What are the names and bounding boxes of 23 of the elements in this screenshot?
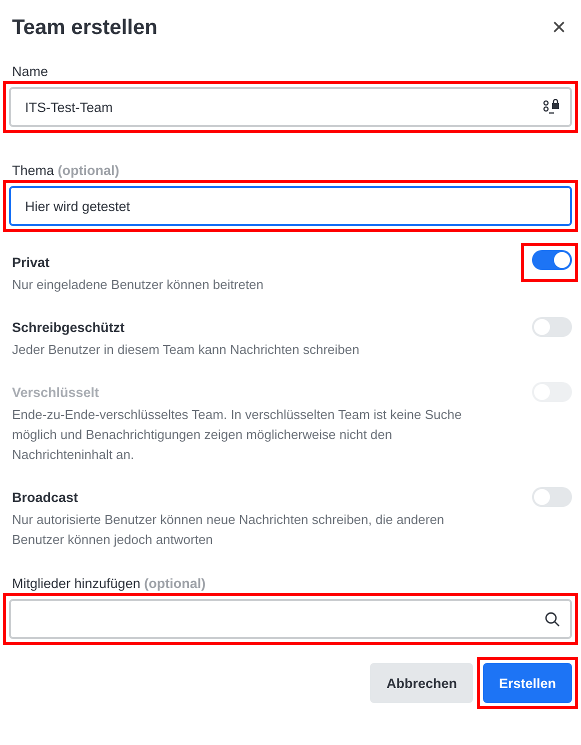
option-description: Nur autorisierte Benutzer können neue Nachrichten schreiben, die anderen Benutzer können jedoch antworten — [12, 511, 446, 549]
toggle-switch[interactable] — [532, 487, 572, 507]
option-description: Jeder Benutzer in diesem Team kann Nachrichten schreiben — [12, 341, 360, 359]
option-title: Privat — [12, 254, 50, 270]
cancel-button[interactable]: Abbrechen — [370, 663, 473, 703]
option-description: Ende-zu-Ende-verschlüsseltes Team. In verschlüsselten Team ist keine Suche möglich und Benachrichtigungen zeigen möglicherweise nicht den Nachrichteninhalt an. — [12, 406, 463, 464]
text-field[interactable]: ITS-Test-Team — [9, 87, 572, 127]
option-title: Broadcast — [12, 490, 78, 504]
field-label: Name — [12, 64, 50, 79]
create-button[interactable]: Erstellen — [482, 663, 572, 703]
close-button[interactable]: × — [546, 16, 572, 40]
toggle-switch[interactable] — [532, 250, 572, 270]
search-icon — [544, 611, 560, 627]
field-label: Thema (optional) — [12, 163, 120, 178]
team-lock-icon — [542, 99, 560, 115]
option-title: Schreibgeschützt — [12, 320, 125, 334]
toggle-switch[interactable] — [532, 317, 572, 337]
search-field[interactable] — [9, 599, 572, 639]
option-description: Nur eingeladene Benutzer können beitreten — [12, 276, 265, 294]
text-field[interactable]: Hier wird getestet — [9, 186, 572, 226]
field-label: Mitglieder hinzufügen (optional) — [12, 576, 207, 591]
dialog-title: Team erstellen — [12, 16, 158, 40]
option-title: Verschlüsselt — [12, 384, 100, 400]
